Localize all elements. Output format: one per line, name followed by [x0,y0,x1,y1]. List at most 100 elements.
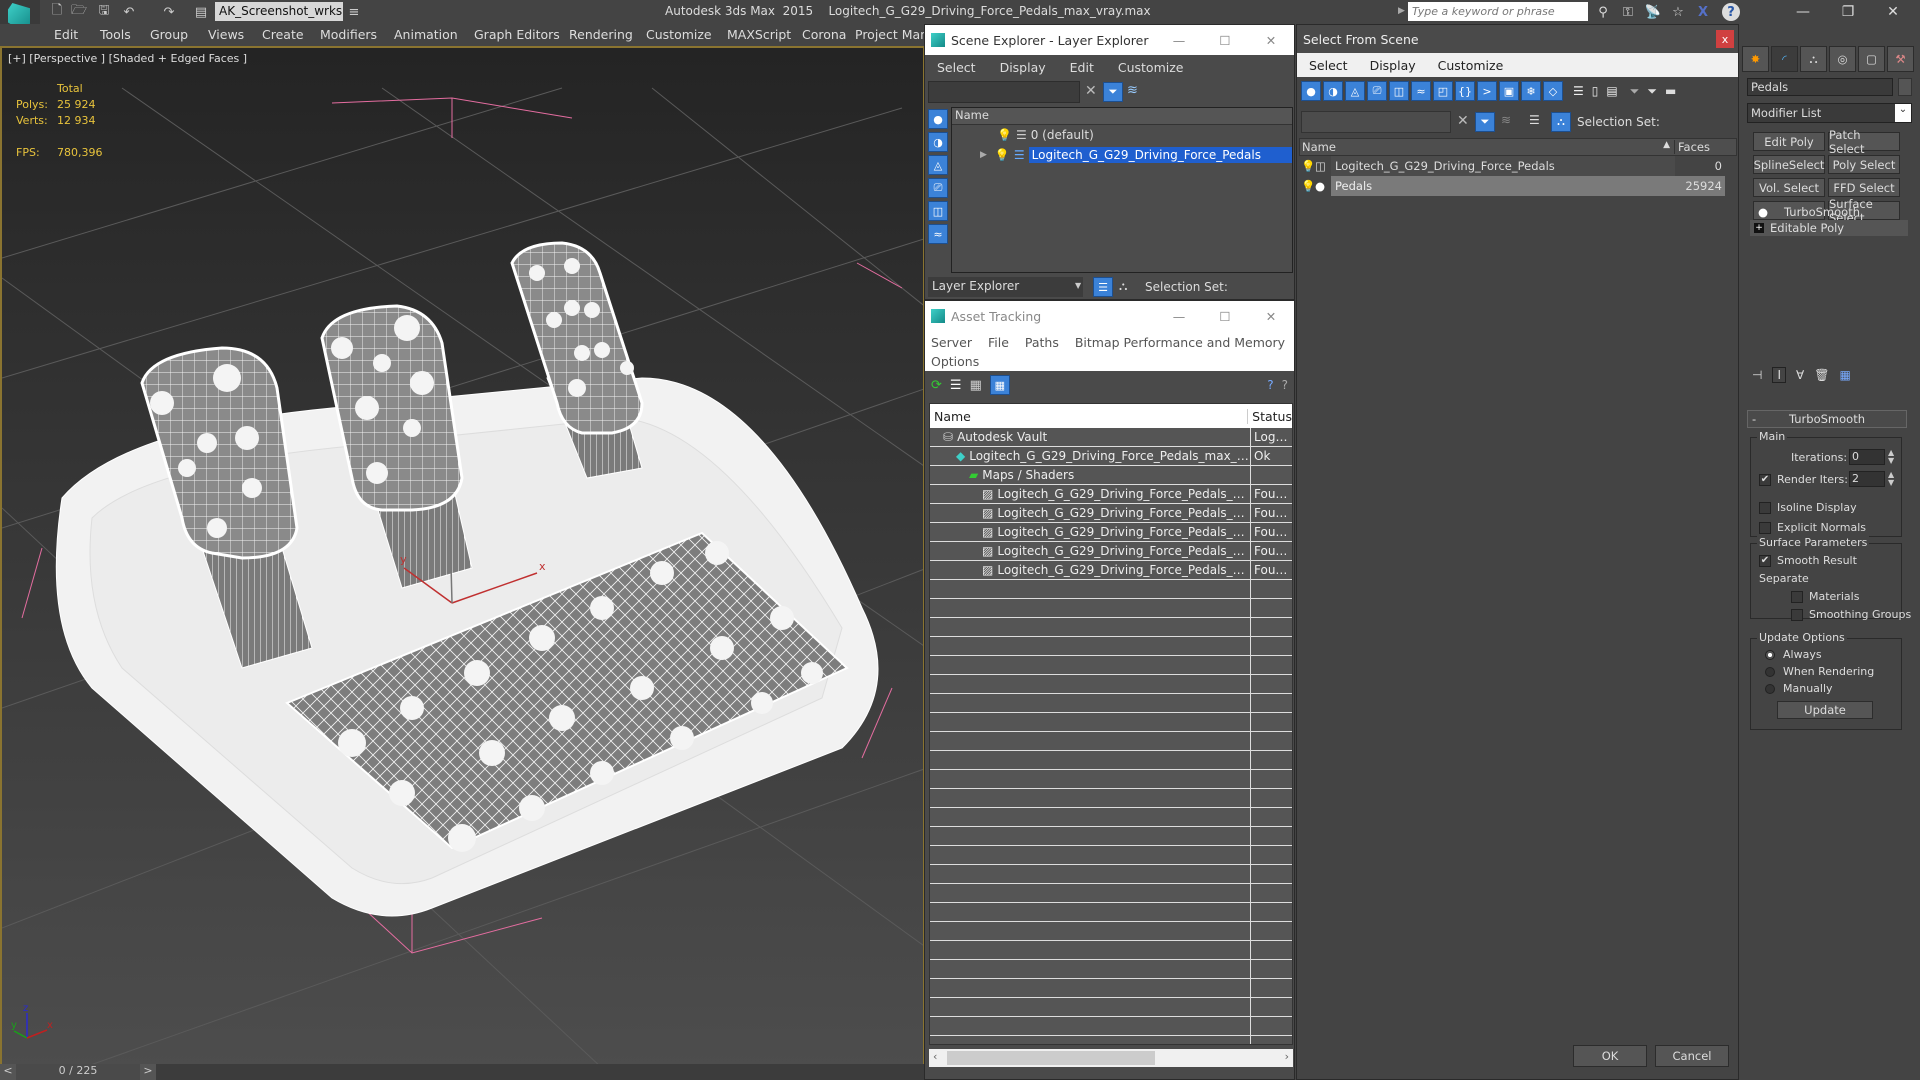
asset-row[interactable]: ▰ Maps / Shaders [930,466,1292,485]
at-menu-file[interactable]: File [988,335,1009,350]
table-view-icon[interactable]: ▦ [989,375,1010,395]
scene-explorer-titlebar[interactable]: Scene Explorer - Layer Explorer — ☐ ✕ [925,25,1294,55]
hierarchy-icon[interactable]: ⛬ [1551,112,1571,132]
display-tab-icon[interactable]: ▢ [1858,46,1885,72]
open-file-icon[interactable]: 🗁 [70,3,88,21]
close-button[interactable]: ✕ [1870,0,1916,24]
se-menu-edit[interactable]: Edit [1070,60,1094,75]
at-menu-options[interactable]: Options [931,354,979,369]
layers-mode-icon[interactable]: ☰ [1093,277,1113,297]
next-frame-button[interactable]: > [140,1064,156,1080]
filter-spacewarps-icon[interactable]: ≈ [1411,81,1431,101]
column-chooser-icon[interactable]: ▬ [1665,84,1676,98]
clear-search-icon[interactable]: ✕ [1085,83,1097,99]
help-icon[interactable]: ? [1722,3,1740,21]
pin-stack-icon[interactable]: ⊣ [1752,368,1762,382]
display-lights-icon[interactable]: ◬ [928,155,948,175]
filter-containers-icon[interactable]: ▣ [1499,81,1519,101]
object-name-field[interactable]: Pedals [1747,78,1893,96]
hierarchy-mode-icon[interactable]: ⛬ [1119,279,1127,294]
horizontal-scrollbar[interactable]: ‹ › [929,1049,1293,1067]
filter-icon[interactable]: ⏷ [1103,82,1123,102]
turbosmooth-rollout-header[interactable]: - TurboSmooth [1747,410,1907,428]
object-row[interactable]: 💡 ◫ Logitech_G_G29_Driving_Force_Pedals … [1299,156,1737,176]
sfs-titlebar[interactable]: Select From Scene x [1297,25,1738,53]
minimize-icon[interactable]: — [1156,309,1202,324]
expand-arrow-icon[interactable]: ▶ [980,150,987,160]
explorer-type-dropdown[interactable]: Layer Explorer [928,277,1083,297]
filter-groups-icon[interactable]: ◰ [1433,81,1453,101]
menu-modifiers[interactable]: Modifiers [320,27,377,42]
asset-row[interactable]: ▨ Logitech_G_G29_Driving_Force_Pedals_Dif… [930,485,1292,504]
search-input[interactable]: Type a keyword or phrase [1408,2,1588,21]
star-icon[interactable]: ☆ [1667,2,1689,22]
select-invert-icon[interactable]: ▤ [1606,84,1617,98]
se-menu-customize[interactable]: Customize [1118,60,1184,75]
binoculars-icon[interactable]: ⚲ [1592,2,1614,22]
chevron-down-icon[interactable]: ▼ [1075,281,1081,290]
modifier-button-edit-poly[interactable]: Edit Poly [1753,132,1825,151]
remove-modifier-icon[interactable]: 🗑 [1814,368,1829,382]
sfs-menu-select[interactable]: Select [1309,58,1348,73]
motion-tab-icon[interactable]: ◎ [1829,46,1856,72]
show-end-result-icon[interactable]: I [1772,367,1786,383]
layer-row-selected[interactable]: ▶ 💡 ☰ Logitech_G_G29_Driving_Force_Pedal… [952,145,1292,165]
close-icon[interactable]: ✕ [1248,309,1294,324]
satellite-icon[interactable]: 📡 [1642,2,1664,22]
close-icon[interactable]: ✕ [1248,33,1294,48]
materials-checkbox[interactable]: Materials [1791,590,1859,603]
scroll-left-icon[interactable]: ‹ [933,1050,937,1063]
update-button[interactable]: Update [1777,701,1873,719]
column-header-name[interactable]: Name ▲ [1300,140,1674,154]
modifier-on-icon[interactable]: ● [1758,205,1784,219]
filter-bones-icon[interactable]: > [1477,81,1497,101]
chevron-down-icon[interactable]: ⌄ [1895,104,1911,122]
menu-views[interactable]: Views [208,27,244,42]
display-spacewarps-icon[interactable]: ≈ [928,224,948,244]
column-header-status[interactable]: Status [1248,409,1292,424]
select-none-icon[interactable]: ▯ [1592,84,1599,98]
configure-sets-icon[interactable]: ▦ [1839,368,1850,382]
filter-xrefs-icon[interactable]: {} [1455,81,1475,101]
prev-frame-button[interactable]: < [0,1064,16,1080]
exchange-icon[interactable]: X [1692,2,1714,22]
column-header-name[interactable]: Name [952,108,1292,125]
asset-row[interactable]: ⛁Autodesk Vault Logged [930,428,1292,447]
modifier-list-dropdown[interactable]: Modifier List ⌄ [1747,103,1912,123]
help-disabled-icon[interactable]: ? [1282,378,1288,392]
menu-maxscript[interactable]: MAXScript [727,27,791,42]
layers-add-icon[interactable]: ≋ [1127,83,1138,98]
stack-item-turbosmooth[interactable]: ● TurboSmooth [1758,204,1908,220]
thumbnail-view-icon[interactable]: ▦ [970,378,982,393]
asset-tracking-titlebar[interactable]: Asset Tracking — ☐ ✕ [925,301,1294,331]
filter-icon[interactable]: ⏷ [1475,112,1495,132]
perspective-viewport[interactable]: y x z y x [+] [Perspective ] [Shaded + E… [0,46,925,1066]
light-bulb-icon[interactable]: 💡 [1301,159,1315,173]
menu-corona[interactable]: Corona [802,27,846,42]
time-slider[interactable]: < 0 / 225 > [0,1064,925,1080]
make-unique-icon[interactable]: ∀ [1796,368,1804,382]
scrollbar-thumb[interactable] [947,1051,1155,1065]
new-file-icon[interactable]: 🗋 [48,3,66,21]
sfs-menu-display[interactable]: Display [1370,58,1416,73]
filter-hidden-icon[interactable]: ◇ [1543,81,1563,101]
key-icon[interactable]: ⚿ [1617,2,1639,22]
iterations-spinner[interactable]: 0 [1849,449,1885,465]
asset-row[interactable]: ▨ Logitech_G_G29_Driving_Force_Pedals_No.… [930,542,1292,561]
column-header-faces[interactable]: Faces [1674,140,1724,154]
maximize-icon[interactable]: ☐ [1202,33,1248,48]
display-shapes-icon[interactable]: ◑ [928,132,948,152]
filter-options-icon[interactable]: ⏷ [1647,84,1657,99]
restore-button[interactable]: ❐ [1825,0,1871,24]
customize-toolbar-icon[interactable]: ≡ [345,3,363,21]
radio-manually[interactable]: Manually [1765,682,1833,695]
explicit-normals-checkbox[interactable]: Explicit Normals [1759,521,1866,534]
workspace-dropdown[interactable]: AK_Screenshot_wrksp [215,2,343,21]
isoline-display-checkbox[interactable]: Isoline Display [1759,501,1857,514]
modifier-button-splineselect[interactable]: SplineSelect [1753,155,1825,174]
ok-button[interactable]: OK [1573,1045,1647,1067]
sfs-search-input[interactable] [1301,111,1451,133]
at-menu-bitmap-performance[interactable]: Bitmap Performance and Memory [1075,335,1285,350]
menu-edit[interactable]: Edit [54,27,78,42]
checkbox-checked-icon[interactable]: ✔ [1759,473,1771,486]
